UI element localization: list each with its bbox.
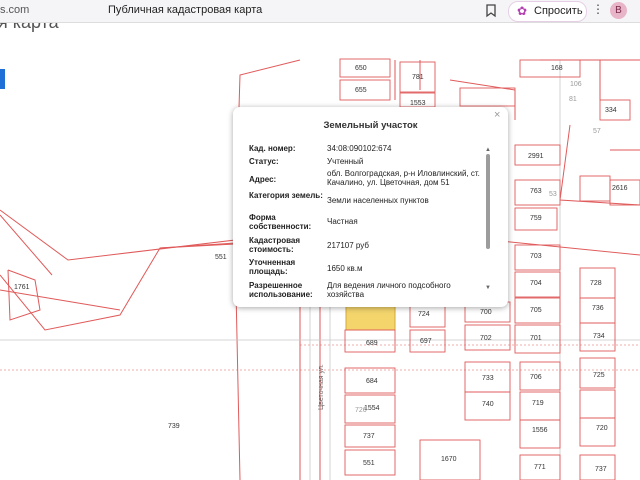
parcel-label: 759 [530, 215, 542, 222]
bookmark-icon[interactable] [484, 3, 498, 18]
parcel-label: 53 [549, 191, 557, 198]
popup-body: Кад. номер: 34:08:090102:674 Статус: Учт… [249, 141, 494, 301]
parcel-label: 739 [168, 423, 180, 430]
parcel-label: 551 [363, 460, 375, 467]
info-value: 34:08:090102:674 [327, 144, 392, 153]
parcel-label: 684 [366, 378, 378, 385]
parcel-label: 726 [355, 407, 367, 414]
tab-title: Публичная кадастровая карта [108, 4, 263, 16]
info-value: 1650 кв.м [327, 264, 363, 273]
popup-title: Земельный участок [323, 120, 418, 131]
parcel-label: 551 [215, 254, 227, 261]
parcel-label: 720 [596, 425, 608, 432]
parcel-label: 736 [592, 305, 604, 312]
parcel-label: 740 [482, 401, 494, 408]
scroll-up-arrow-icon[interactable]: ▲ [485, 147, 491, 153]
info-key: Уточненная площадь: [249, 258, 296, 276]
parcel-label: 706 [530, 374, 542, 381]
menu-icon[interactable]: ⋮ [592, 2, 604, 16]
info-value: Для ведения личного подсобного хозяйства [327, 281, 451, 299]
parcel-label: 704 [530, 280, 542, 287]
scroll-down-arrow-icon[interactable]: ▼ [485, 285, 491, 291]
info-key: Форма собственности: [249, 213, 312, 231]
parcel-label: 781 [412, 74, 424, 81]
map-side-control[interactable] [0, 69, 5, 89]
parcel-label: 702 [480, 335, 492, 342]
info-value: 217107 руб [327, 241, 369, 250]
street-label: Цветочная ул. [318, 364, 325, 410]
parcel-label: 725 [593, 372, 605, 379]
parcel-label: 689 [366, 340, 378, 347]
parcel-label: 106 [570, 81, 582, 88]
parcel-label: 771 [534, 464, 546, 471]
parcel-label: 733 [482, 375, 494, 382]
parcel-label: 655 [355, 87, 367, 94]
parcel-label: 650 [355, 65, 367, 72]
ask-button[interactable]: ✿ Спросить [508, 1, 587, 22]
info-value: обл. Волгоградская, р-н Иловлинский, ст.… [327, 169, 480, 187]
browser-toolbar: s.com Публичная кадастровая карта ✿ Спро… [0, 0, 640, 23]
info-value: Земли населенных пунктов [327, 196, 429, 205]
info-key: Разрешенное использование: [249, 281, 313, 299]
parcel-label: 168 [551, 65, 563, 72]
parcel-label: 697 [420, 338, 432, 345]
info-key: Адрес: [249, 175, 277, 184]
parcel-label: 724 [418, 311, 430, 318]
parcel-label: 1553 [410, 100, 426, 107]
parcel-label: 703 [530, 253, 542, 260]
parcel-label: 700 [480, 309, 492, 316]
parcel-label: 763 [530, 188, 542, 195]
parcel-label: 719 [532, 400, 544, 407]
parcel-label: 1670 [441, 456, 457, 463]
scrollbar-thumb[interactable] [486, 154, 490, 249]
parcel-label: 2991 [528, 153, 544, 160]
ask-button-label: Спросить [534, 5, 583, 17]
parcel-label: 334 [605, 107, 617, 114]
address-host[interactable]: s.com [0, 4, 29, 16]
parcel-label: 737 [363, 433, 375, 440]
info-value: Учтенный [327, 157, 364, 166]
parcel-label: 2616 [612, 185, 628, 192]
sparkle-icon: ✿ [517, 4, 528, 18]
info-key: Категория земель: [249, 191, 323, 200]
parcel-label: 1761 [14, 284, 30, 291]
info-value: Частная [327, 217, 358, 226]
parcel-label: 1556 [532, 427, 548, 434]
close-icon[interactable]: × [494, 109, 500, 121]
info-key: Статус: [249, 157, 279, 166]
parcel-label: 701 [530, 335, 542, 342]
parcel-label: 734 [593, 333, 605, 340]
parcel-label: 57 [593, 128, 601, 135]
info-key: Кадастровая стоимость: [249, 236, 301, 254]
parcel-label: 705 [530, 307, 542, 314]
selected-parcel[interactable] [345, 302, 396, 331]
info-key: Кад. номер: [249, 144, 296, 153]
parcel-label: 81 [569, 96, 577, 103]
parcel-label: 737 [595, 466, 607, 473]
profile-avatar[interactable]: В [610, 2, 627, 19]
parcel-label: 728 [590, 280, 602, 287]
parcel-info-popup: Земельный участок × Кад. номер: 34:08:09… [233, 107, 508, 307]
